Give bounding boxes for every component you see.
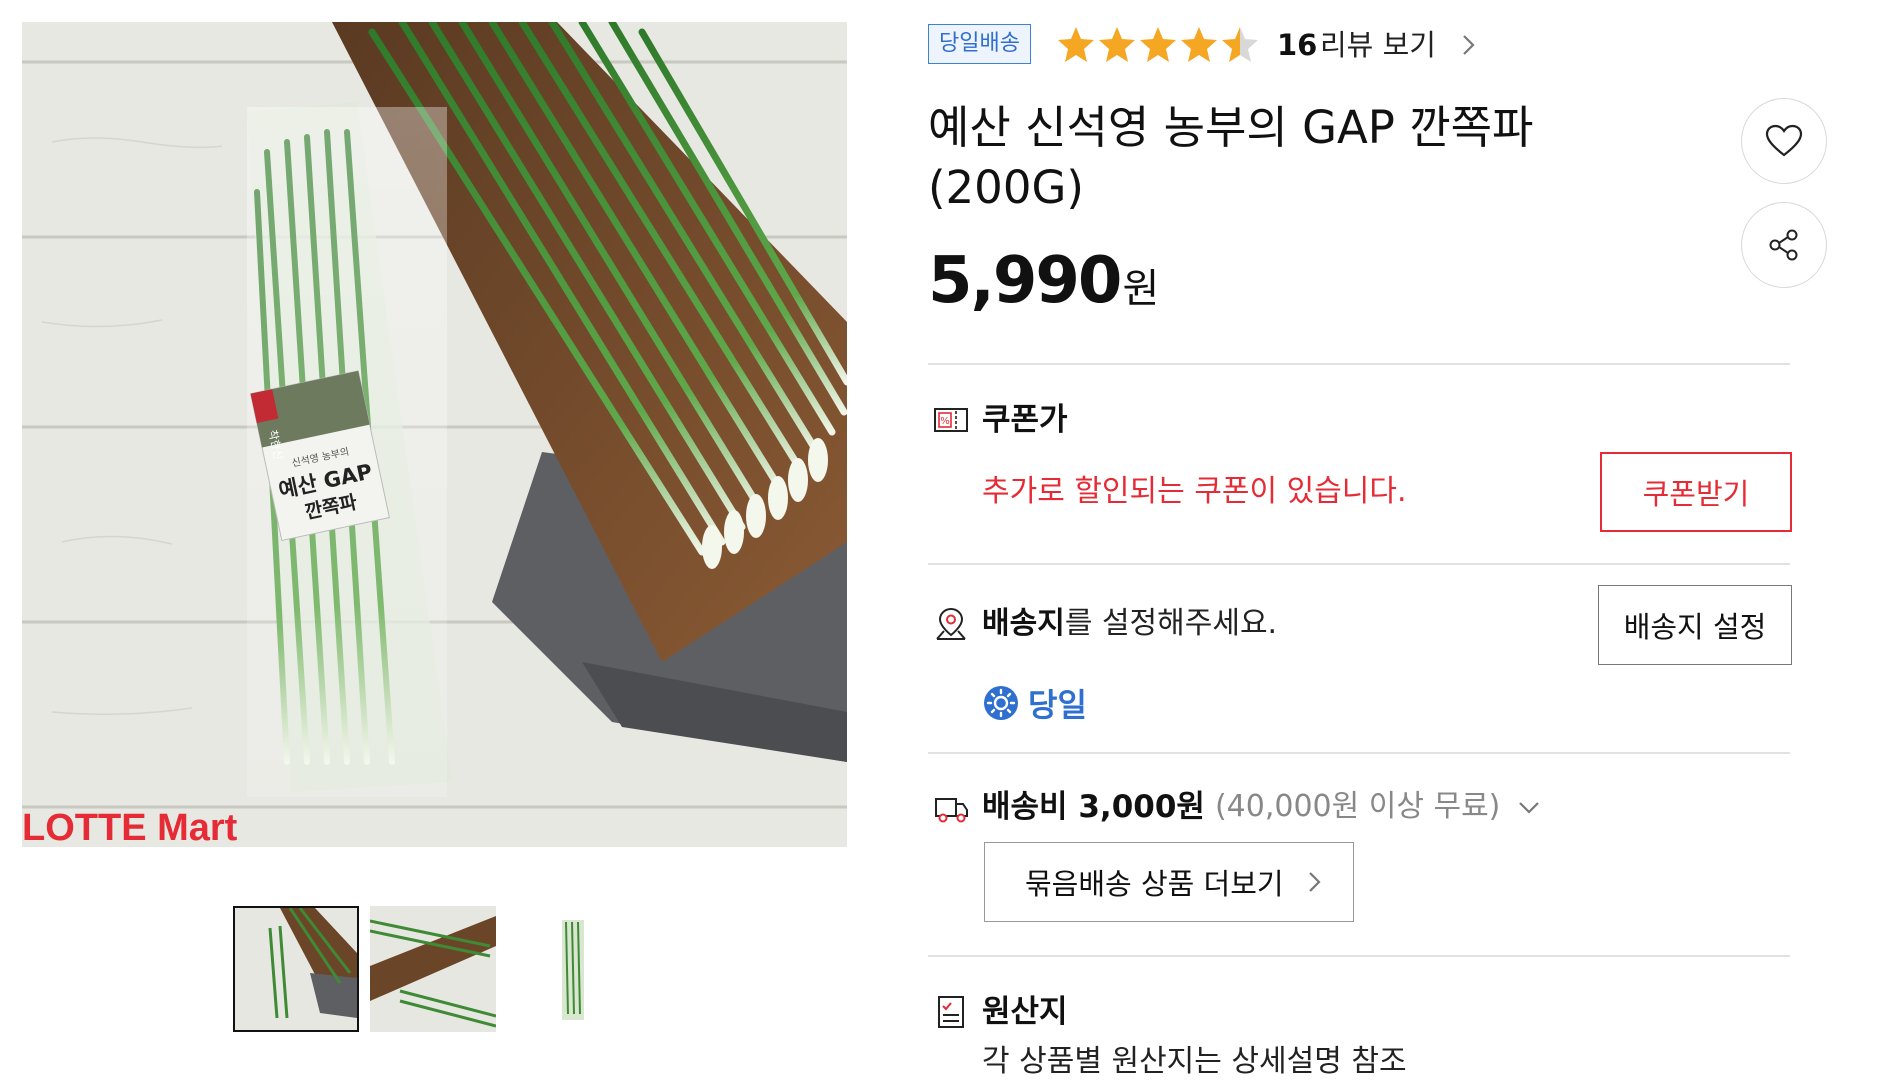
address-prompt-bold: 배송지: [982, 606, 1065, 641]
origin-text: 각 상품별 원산지는 상세설명 참조: [982, 1044, 1407, 1079]
sun-icon: [984, 686, 1018, 720]
chevron-right-icon: [1308, 872, 1321, 892]
same-day-delivery-badge: 당일배송: [928, 24, 1031, 64]
coupon-label: 쿠폰가: [982, 402, 1068, 438]
bundle-shipping-label: 묶음배송 상품 더보기: [1025, 867, 1284, 901]
share-icon: [1769, 229, 1798, 261]
shipping-fee-label: 배송비 3,000원: [982, 789, 1205, 825]
origin-label: 원산지: [982, 994, 1068, 1030]
bundle-shipping-button[interactable]: 묶음배송 상품 더보기: [984, 842, 1354, 922]
price-currency: 원: [1122, 266, 1160, 312]
thumbnail-3[interactable]: [510, 906, 636, 1032]
divider: [928, 752, 1790, 754]
coupon-message: 추가로 할인되는 쿠폰이 있습니다.: [982, 474, 1407, 509]
get-coupon-button[interactable]: 쿠폰받기: [1600, 452, 1792, 532]
checklist-icon: [938, 996, 964, 1028]
divider: [928, 563, 1790, 565]
same-day-tag: 당일: [982, 680, 1087, 726]
review-count[interactable]: 16: [1277, 22, 1317, 68]
svg-text:%: %: [940, 416, 950, 427]
shipping-free-note: (40,000원 이상 무료): [1214, 789, 1501, 824]
address-prompt-rest: 를 설정해주세요.: [1064, 606, 1278, 641]
rating-stars: [1056, 22, 1266, 68]
coupon-icon: %: [934, 408, 968, 432]
star-rating-icon: [1058, 27, 1258, 62]
review-link[interactable]: 리뷰 보기: [1320, 22, 1436, 68]
truck-icon: [935, 798, 968, 823]
set-address-button[interactable]: 배송지 설정: [1598, 585, 1792, 665]
heart-icon: [1765, 124, 1803, 157]
shipping-fee-row[interactable]: 배송비 3,000원 (40,000원 이상 무료): [982, 785, 1542, 829]
chevron-down-icon[interactable]: [1516, 797, 1542, 817]
share-button[interactable]: [1741, 202, 1827, 288]
wishlist-button[interactable]: [1741, 98, 1827, 184]
main-product-image: 신석영 농부의 예산 GAP 깐쪽파 착한신 LOTTE Mart: [22, 22, 847, 847]
thumbnail-1[interactable]: [233, 906, 359, 1032]
thumbnail-2[interactable]: [370, 906, 496, 1032]
price-amount: 5,990: [928, 244, 1122, 318]
address-prompt: 배송지를 설정해주세요.: [982, 602, 1277, 646]
product-title: 예산 신석영 농부의 GAP 깐쪽파 (200G): [928, 101, 1534, 214]
divider: [928, 363, 1790, 365]
same-day-label: 당일: [1028, 686, 1087, 724]
lotte-mart-watermark: LOTTE Mart: [22, 807, 238, 847]
location-pin-icon: [936, 607, 966, 640]
chevron-right-icon[interactable]: [1456, 32, 1480, 58]
price: 5,990 원: [928, 244, 1159, 318]
divider: [928, 955, 1790, 957]
